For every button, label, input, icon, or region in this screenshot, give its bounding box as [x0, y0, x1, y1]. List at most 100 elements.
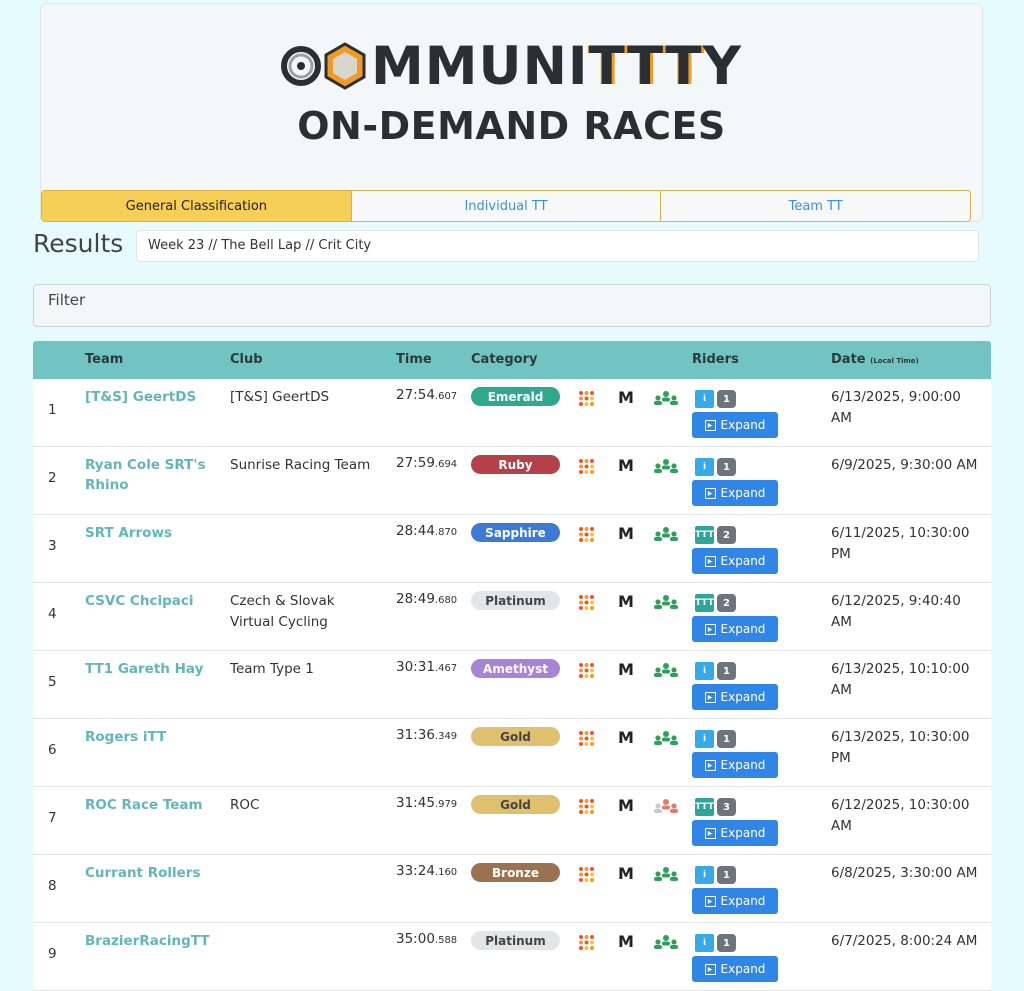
- category-badge: Platinum: [471, 931, 560, 950]
- time-cell: 28:44.870: [396, 523, 457, 539]
- tab-general-classification[interactable]: General Classification: [42, 191, 352, 221]
- expand-button[interactable]: ▶ Expand: [692, 412, 778, 438]
- rider-count-badge: 1: [717, 458, 736, 476]
- individual-icon[interactable]: i: [695, 458, 714, 476]
- team-link[interactable]: Currant Rollers: [85, 863, 215, 883]
- header-date-label: Date: [831, 352, 866, 367]
- dot-grid-icon[interactable]: [578, 458, 595, 475]
- team-link[interactable]: SRT Arrows: [85, 523, 215, 543]
- team-people-icon[interactable]: [652, 934, 680, 950]
- m-logo-icon[interactable]: M: [618, 592, 634, 611]
- m-logo-icon[interactable]: M: [618, 388, 634, 407]
- header-date[interactable]: Date (Local Time): [831, 352, 919, 367]
- team-link[interactable]: BrazierRacingTT: [85, 931, 215, 951]
- header-time[interactable]: Time: [396, 352, 432, 367]
- rank-cell: 6: [48, 742, 57, 758]
- team-people-icon[interactable]: [652, 730, 680, 746]
- tab-team-tt[interactable]: Team TT: [661, 191, 970, 221]
- team-people-icon[interactable]: [652, 390, 680, 406]
- expand-button[interactable]: ▶ Expand: [692, 752, 778, 778]
- m-logo-icon[interactable]: M: [618, 864, 634, 883]
- individual-icon[interactable]: i: [695, 934, 714, 952]
- table-header: Team Club Time Category Riders Date (Loc…: [33, 341, 991, 379]
- m-logo-icon[interactable]: M: [618, 728, 634, 747]
- expand-label: Expand: [720, 622, 766, 636]
- time-ms: .467: [434, 663, 458, 674]
- expand-label: Expand: [720, 894, 766, 908]
- dot-grid-icon[interactable]: [578, 526, 595, 543]
- individual-icon[interactable]: i: [695, 662, 714, 680]
- date-cell: 6/7/2025, 8:00:24 AM: [831, 933, 978, 949]
- logo-text-ttt: TTT: [588, 35, 703, 97]
- header-team[interactable]: Team: [85, 352, 123, 367]
- header-riders[interactable]: Riders: [692, 352, 739, 367]
- filter-panel[interactable]: Filter: [33, 284, 991, 327]
- ttt-icon[interactable]: TTT: [695, 594, 714, 612]
- expand-button[interactable]: ▶ Expand: [692, 820, 778, 846]
- time-main: 27:54: [396, 387, 435, 403]
- dot-grid-icon[interactable]: [578, 866, 595, 883]
- table-row: 8 Currant Rollers 33:24.160 Bronze M i 1…: [33, 855, 991, 923]
- rank-cell: 1: [48, 402, 57, 418]
- m-logo-icon[interactable]: M: [618, 796, 634, 815]
- dot-grid-icon[interactable]: [578, 594, 595, 611]
- team-link[interactable]: CSVC Chcipaci: [85, 591, 215, 611]
- date-cell: 6/12/2025, 9:40:40 AM: [831, 593, 961, 630]
- m-logo-icon[interactable]: M: [618, 932, 634, 951]
- expand-button[interactable]: ▶ Expand: [692, 480, 778, 506]
- time-main: 31:45: [396, 795, 435, 811]
- rider-count-badge: 1: [717, 390, 736, 408]
- play-icon: ▶: [704, 487, 716, 499]
- dot-grid-icon[interactable]: [578, 798, 595, 815]
- team-link[interactable]: [T&S] GeertDS: [85, 387, 215, 407]
- team-people-icon[interactable]: [652, 866, 680, 882]
- expand-button[interactable]: ▶ Expand: [692, 548, 778, 574]
- expand-button[interactable]: ▶ Expand: [692, 888, 778, 914]
- ttt-icon[interactable]: TTT: [695, 798, 714, 816]
- date-cell: 6/12/2025, 10:30:00 AM: [831, 797, 970, 834]
- time-ms: .349: [434, 731, 458, 742]
- header-club[interactable]: Club: [230, 352, 263, 367]
- team-link[interactable]: Ryan Cole SRT's Rhino: [85, 455, 215, 495]
- team-people-icon[interactable]: [652, 458, 680, 474]
- team-link[interactable]: Rogers iTT: [85, 727, 215, 747]
- time-ms: .694: [434, 459, 458, 470]
- category-badge: Platinum: [471, 591, 560, 610]
- team-people-icon[interactable]: [652, 798, 680, 814]
- table-row: 1 [T&S] GeertDS [T&S] GeertDS 27:54.607 …: [33, 379, 991, 447]
- m-logo-icon[interactable]: M: [618, 660, 634, 679]
- play-icon: ▶: [704, 419, 716, 431]
- category-badge: Amethyst: [471, 659, 560, 678]
- time-ms: .160: [434, 867, 458, 878]
- time-ms: .870: [434, 527, 458, 538]
- expand-button[interactable]: ▶ Expand: [692, 956, 778, 982]
- m-logo-icon[interactable]: M: [618, 524, 634, 543]
- expand-button[interactable]: ▶ Expand: [692, 684, 778, 710]
- team-people-icon[interactable]: [652, 526, 680, 542]
- team-link[interactable]: ROC Race Team: [85, 795, 215, 815]
- play-icon: ▶: [704, 963, 716, 975]
- expand-label: Expand: [720, 758, 766, 772]
- week-selector[interactable]: Week 23 // The Bell Lap // Crit City: [136, 230, 979, 262]
- dot-grid-icon[interactable]: [578, 662, 595, 679]
- dot-grid-icon[interactable]: [578, 730, 595, 747]
- tab-individual-tt[interactable]: Individual TT: [351, 191, 662, 221]
- m-logo-icon[interactable]: M: [618, 456, 634, 475]
- time-cell: 30:31.467: [396, 659, 457, 675]
- classification-tabs: General Classification Individual TT Tea…: [41, 190, 971, 222]
- date-cell: 6/9/2025, 9:30:00 AM: [831, 457, 978, 473]
- club-cell: Czech & Slovak Virtual Cycling: [230, 593, 335, 630]
- team-people-icon[interactable]: [652, 662, 680, 678]
- individual-icon[interactable]: i: [695, 730, 714, 748]
- header-date-note: (Local Time): [870, 357, 919, 365]
- time-cell: 35:00.588: [396, 931, 457, 947]
- expand-button[interactable]: ▶ Expand: [692, 616, 778, 642]
- dot-grid-icon[interactable]: [578, 934, 595, 951]
- dot-grid-icon[interactable]: [578, 390, 595, 407]
- team-people-icon[interactable]: [652, 594, 680, 610]
- header-category[interactable]: Category: [471, 352, 537, 367]
- individual-icon[interactable]: i: [695, 390, 714, 408]
- team-link[interactable]: TT1 Gareth Hay: [85, 659, 215, 679]
- ttt-icon[interactable]: TTT: [695, 526, 714, 544]
- individual-icon[interactable]: i: [695, 866, 714, 884]
